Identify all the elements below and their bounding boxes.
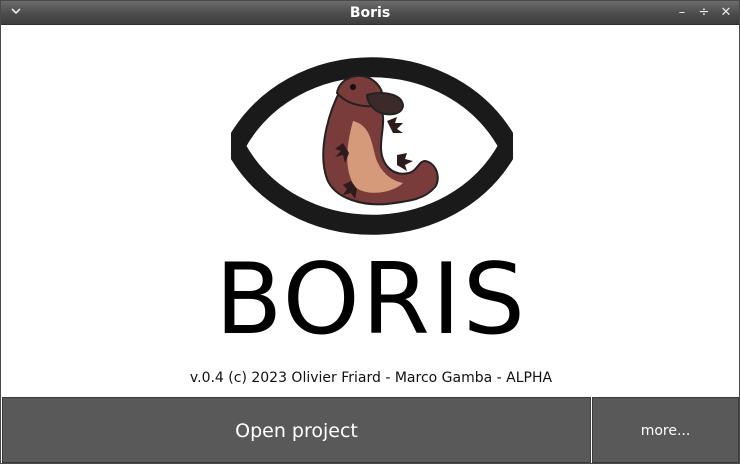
version-text: v.0.4 (c) 2023 Olivier Friard - Marco Ga…: [189, 370, 553, 386]
window-title: Boris: [349, 5, 391, 21]
maximize-button[interactable]: ÷: [695, 4, 713, 22]
app-name: BORIS: [215, 243, 527, 357]
open-project-button[interactable]: Open project: [2, 397, 591, 463]
platypus-eye-logo: [223, 51, 521, 241]
more-button[interactable]: more...: [592, 397, 739, 463]
minimize-button[interactable]: –: [673, 4, 691, 22]
boris-window: Boris – ÷ ✕ BORIS v.0.4 (c) 2023 Olivier…: [0, 0, 740, 464]
title-bar[interactable]: Boris – ÷ ✕: [1, 1, 739, 25]
close-button[interactable]: ✕: [717, 4, 735, 22]
